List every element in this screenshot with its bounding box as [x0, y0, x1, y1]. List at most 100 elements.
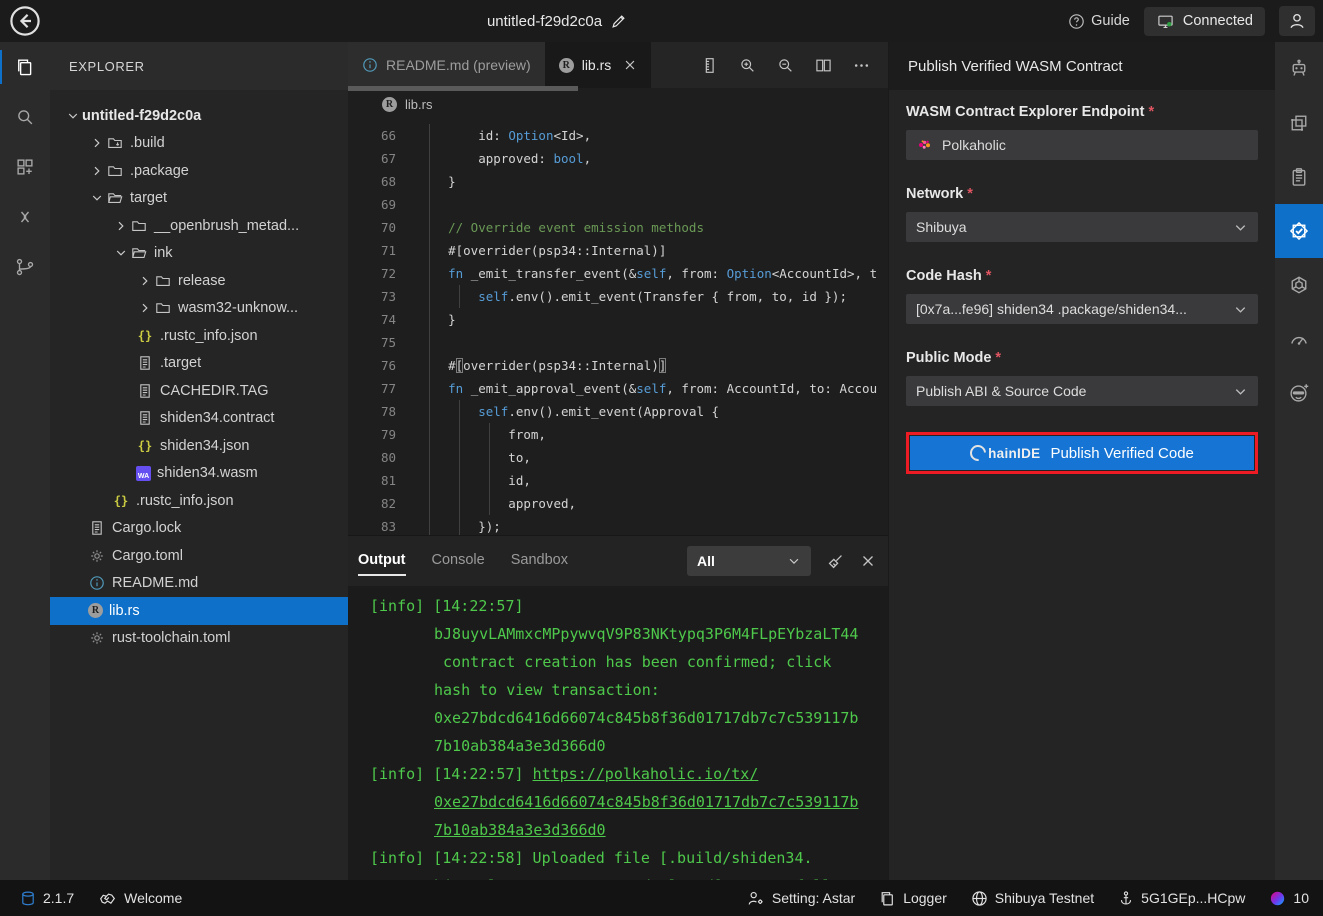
line-number: 68 — [348, 170, 418, 193]
tree-item-.package[interactable]: .package — [50, 157, 348, 185]
chevron-down-icon — [112, 245, 130, 261]
person-icon — [1288, 12, 1306, 30]
status-wallet-address[interactable]: 5G1GEp...HCpw — [1118, 890, 1245, 907]
required-asterisk: * — [986, 268, 992, 284]
tree-item-label: .rustc_info.json — [160, 328, 258, 344]
clear-output-button[interactable] — [827, 553, 844, 570]
close-output-button[interactable] — [860, 553, 876, 569]
output-tab-sandbox[interactable]: Sandbox — [511, 546, 568, 576]
explorer-endpoint-field[interactable]: Polkaholic — [906, 130, 1258, 160]
tree-item-readme.md[interactable]: README.md — [50, 570, 348, 598]
chevron-down-icon — [1233, 220, 1248, 235]
status-logger[interactable]: Logger — [879, 890, 947, 907]
guide-button[interactable]: Guide — [1068, 13, 1130, 30]
zoom-out-icon[interactable] — [777, 57, 794, 74]
status-setting-chain[interactable]: Setting: Astar — [747, 890, 855, 907]
tree-item-shiden34.wasm[interactable]: WAshiden34.wasm — [50, 460, 348, 488]
connected-button[interactable]: Connected — [1144, 7, 1265, 36]
panel-publish-verified[interactable] — [1275, 204, 1323, 258]
panel-gauge[interactable] — [1275, 312, 1323, 366]
breadcrumb[interactable]: R lib.rs — [348, 88, 888, 120]
tree-item-shiden34.json[interactable]: {}shiden34.json — [50, 432, 348, 460]
edit-title-icon[interactable] — [610, 13, 627, 30]
output-tab-console[interactable]: Console — [432, 546, 485, 576]
person-gear-icon — [747, 890, 765, 907]
tree-item-label: .package — [130, 163, 189, 179]
panel-openai[interactable] — [1275, 258, 1323, 312]
output-tab-output[interactable]: Output — [358, 546, 406, 576]
line-number: 77 — [348, 377, 418, 400]
tree-item-ink[interactable]: ink — [50, 240, 348, 268]
panel-tasks-clipboard[interactable] — [1275, 150, 1323, 204]
zoom-in-icon[interactable] — [739, 57, 756, 74]
tree-item-rust-toolchain.toml[interactable]: rust-toolchain.toml — [50, 625, 348, 653]
tree-item-cargo.lock[interactable]: Cargo.lock — [50, 515, 348, 543]
tab-lib.rs[interactable]: Rlib.rs — [545, 42, 652, 88]
activity-collapse[interactable] — [0, 192, 50, 242]
panel-ai-assistant[interactable] — [1275, 42, 1323, 96]
split-icon[interactable] — [815, 57, 832, 74]
tab-label: lib.rs — [582, 57, 612, 73]
tree-item-.rustc-info.json[interactable]: {}.rustc_info.json — [50, 322, 348, 350]
publish-button-label: Publish Verified Code — [1050, 445, 1193, 462]
gauge-icon — [1289, 329, 1309, 349]
line-number: 74 — [348, 308, 418, 331]
tree-item--openbrush-metad...[interactable]: __openbrush_metad... — [50, 212, 348, 240]
tree-item-label: Cargo.lock — [112, 520, 181, 536]
tree-item-shiden34.contract[interactable]: shiden34.contract — [50, 405, 348, 433]
tab-readme.md[interactable]: README.md (preview) — [348, 42, 545, 88]
log-link[interactable]: 7b10ab384a3e3d366d0 — [434, 821, 606, 839]
anchor-icon — [1118, 890, 1134, 907]
tree-item-target[interactable]: target — [50, 185, 348, 213]
publish-verified-code-button[interactable]: hainIDE Publish Verified Code — [910, 436, 1254, 470]
publish-panel: Publish Verified WASM Contract WASM Cont… — [888, 42, 1275, 880]
code-hash-select[interactable]: [0x7a...fe96] shiden34 .package/shiden34… — [906, 294, 1258, 324]
log-line: [info] [14:22:58] Uploaded file [.build/… — [348, 844, 888, 872]
activity-plugins[interactable] — [0, 142, 50, 192]
tabbar-scrollbar[interactable] — [348, 86, 578, 91]
status-network-status[interactable]: Shibuya Testnet — [971, 890, 1094, 907]
back-button[interactable] — [9, 5, 41, 37]
status-bar-right: Setting: Astar Logger Shibuya Testnet 5G1GE… — [747, 890, 1309, 907]
field-value: [0x7a...fe96] shiden34 .package/shiden34… — [916, 301, 1187, 317]
activity-search[interactable] — [0, 92, 50, 142]
log-text: bJ8uyvLAMmxcMPpywvqV9P83NKtypq3P6M4FLpEY… — [434, 625, 858, 643]
close-tab-icon[interactable] — [623, 58, 637, 72]
code-editor[interactable]: 66 id: Option<Id>,67 approved: bool,68 }… — [348, 120, 888, 535]
tree-item-lib.rs[interactable]: Rlib.rs — [50, 597, 348, 625]
ruler-icon[interactable] — [701, 57, 718, 74]
tree-item-release[interactable]: release — [50, 267, 348, 295]
status-faucet-balance[interactable]: 10 — [1269, 890, 1309, 907]
log-link[interactable]: 0xe27bdcd6416d66074c845b8f36d01717db7c7c… — [434, 793, 858, 811]
activity-explorer[interactable] — [0, 42, 50, 92]
ellipsis-icon[interactable] — [853, 57, 870, 74]
network-select[interactable]: Shibuya — [906, 212, 1258, 242]
database-icon — [20, 890, 36, 907]
log-link[interactable]: https://polkaholic.io/tx/ — [533, 765, 759, 783]
tree-item-.build[interactable]: .build — [50, 130, 348, 158]
tree-item-.target[interactable]: .target — [50, 350, 348, 378]
info-file-icon — [88, 575, 106, 591]
status-welcome[interactable]: Welcome — [98, 890, 182, 907]
line-number: 69 — [348, 193, 418, 216]
tree-item-wasm32-unknow...[interactable]: wasm32-unknow... — [50, 295, 348, 323]
output-filter-select[interactable]: All — [687, 546, 811, 576]
editor-column: README.md (preview)Rlib.rs R lib.rs 66 i… — [348, 42, 888, 880]
panel-sandbox-blocks[interactable] — [1275, 96, 1323, 150]
code-text: id, — [418, 469, 531, 492]
status-welcome-label: Welcome — [124, 890, 182, 906]
tree-item-cargo.toml[interactable]: Cargo.toml — [50, 542, 348, 570]
line-number: 72 — [348, 262, 418, 285]
tree-item-cachedir.tag[interactable]: CACHEDIR.TAG — [50, 377, 348, 405]
tree-item-.rustc-info.json[interactable]: {}.rustc_info.json — [50, 487, 348, 515]
public-mode-select[interactable]: Publish ABI & Source Code — [906, 376, 1258, 406]
breadcrumb-file: lib.rs — [405, 97, 432, 112]
chevron-down-icon — [787, 554, 801, 568]
tree-item-untitled-f29d2c0a[interactable]: untitled-f29d2c0a — [50, 102, 348, 130]
panel-ape[interactable] — [1275, 366, 1323, 420]
line-number: 71 — [348, 239, 418, 262]
activity-source-control[interactable] — [0, 242, 50, 292]
log-line: 0xe27bdcd6416d66074c845b8f36d01717db7c7c… — [348, 788, 888, 816]
tree-item-label: rust-toolchain.toml — [112, 630, 230, 646]
avatar-button[interactable] — [1279, 6, 1315, 36]
